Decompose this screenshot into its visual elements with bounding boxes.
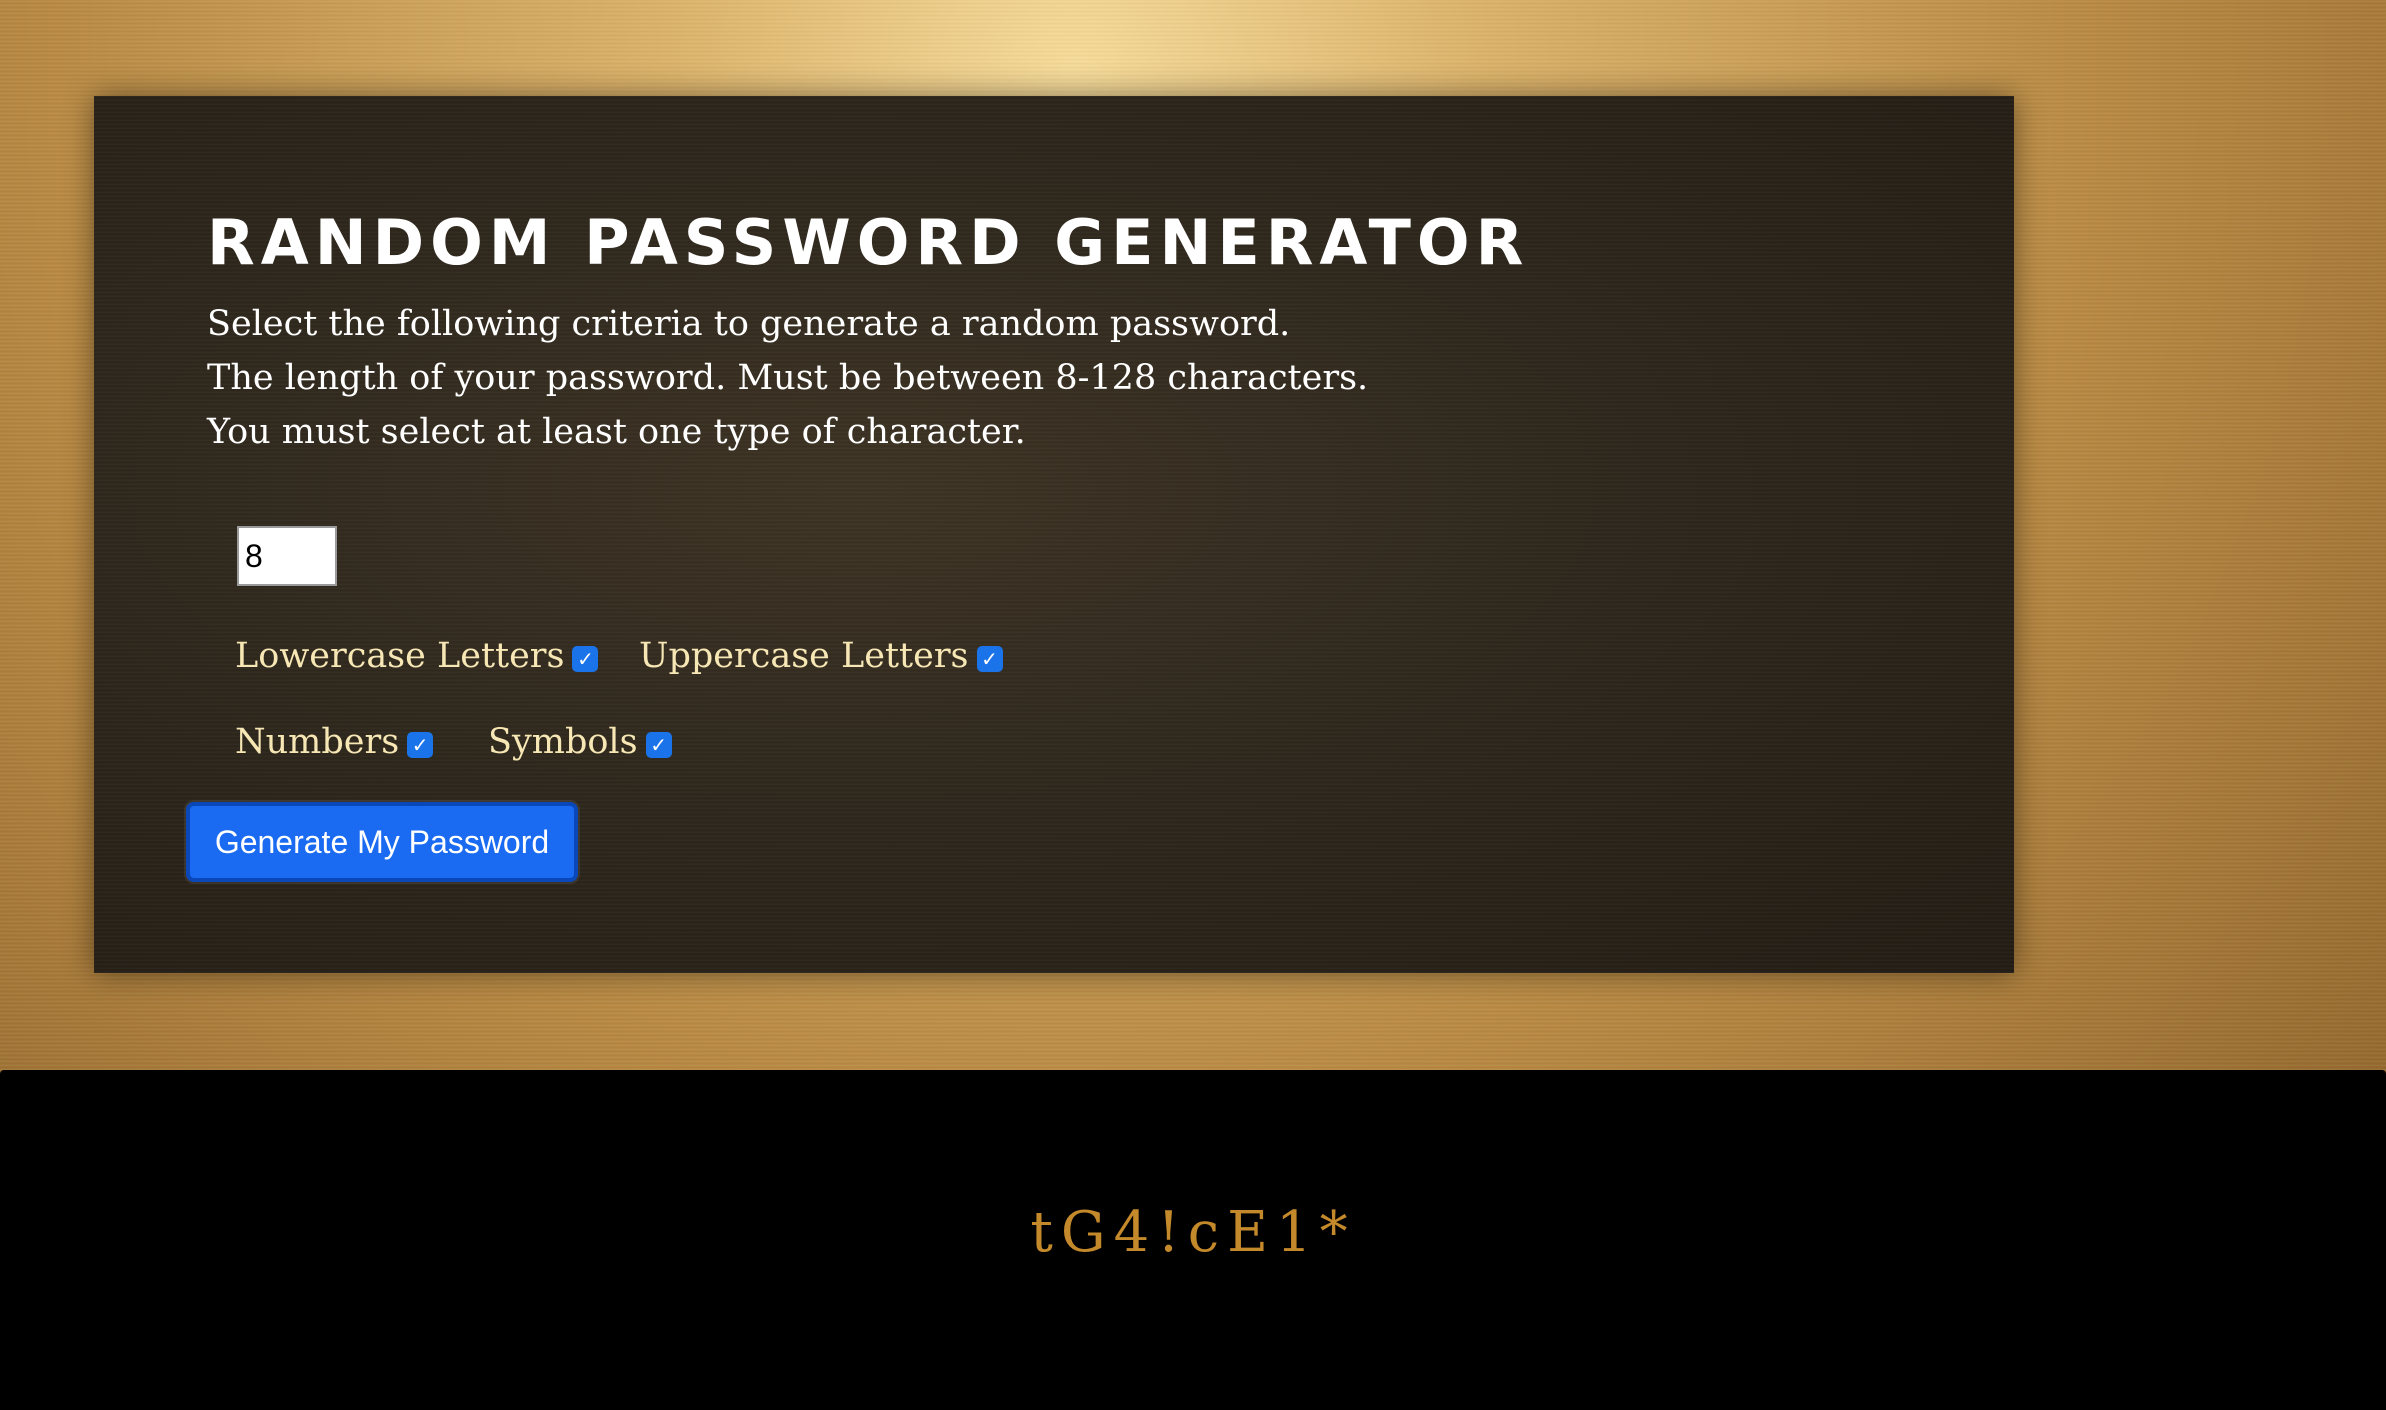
symbols-checkbox[interactable]: ✓: [645, 732, 672, 758]
instruction-line-3: You must select at least one type of cha…: [207, 412, 1026, 452]
lowercase-option[interactable]: Lowercase Letters ✓: [235, 636, 599, 676]
generate-password-button[interactable]: Generate My Password: [186, 802, 578, 882]
check-icon: ✓: [577, 647, 594, 671]
password-output-area: tG4!cE1*: [0, 1070, 2386, 1410]
generator-panel: Random Password Generator Select the fol…: [94, 96, 2014, 973]
check-icon: ✓: [411, 733, 429, 757]
uppercase-label: Uppercase Letters: [639, 636, 969, 676]
instruction-line-1: Select the following criteria to generat…: [207, 304, 1291, 344]
lowercase-checkbox[interactable]: ✓: [572, 646, 599, 672]
symbols-option[interactable]: Symbols ✓: [488, 722, 672, 762]
numbers-checkbox[interactable]: ✓: [407, 732, 434, 758]
check-icon: ✓: [981, 647, 998, 671]
password-length-input[interactable]: [237, 526, 337, 586]
symbols-label: Symbols: [488, 722, 638, 762]
lowercase-label: Lowercase Letters: [235, 636, 565, 676]
numbers-label: Numbers: [235, 722, 400, 762]
generated-password: tG4!cE1*: [1030, 1200, 1356, 1265]
numbers-option[interactable]: Numbers ✓: [235, 722, 434, 762]
uppercase-checkbox[interactable]: ✓: [976, 646, 1003, 672]
instruction-line-2: The length of your password. Must be bet…: [207, 358, 1369, 398]
page-title: Random Password Generator: [207, 206, 1530, 279]
uppercase-option[interactable]: Uppercase Letters ✓: [639, 636, 1003, 676]
check-icon: ✓: [650, 733, 667, 757]
